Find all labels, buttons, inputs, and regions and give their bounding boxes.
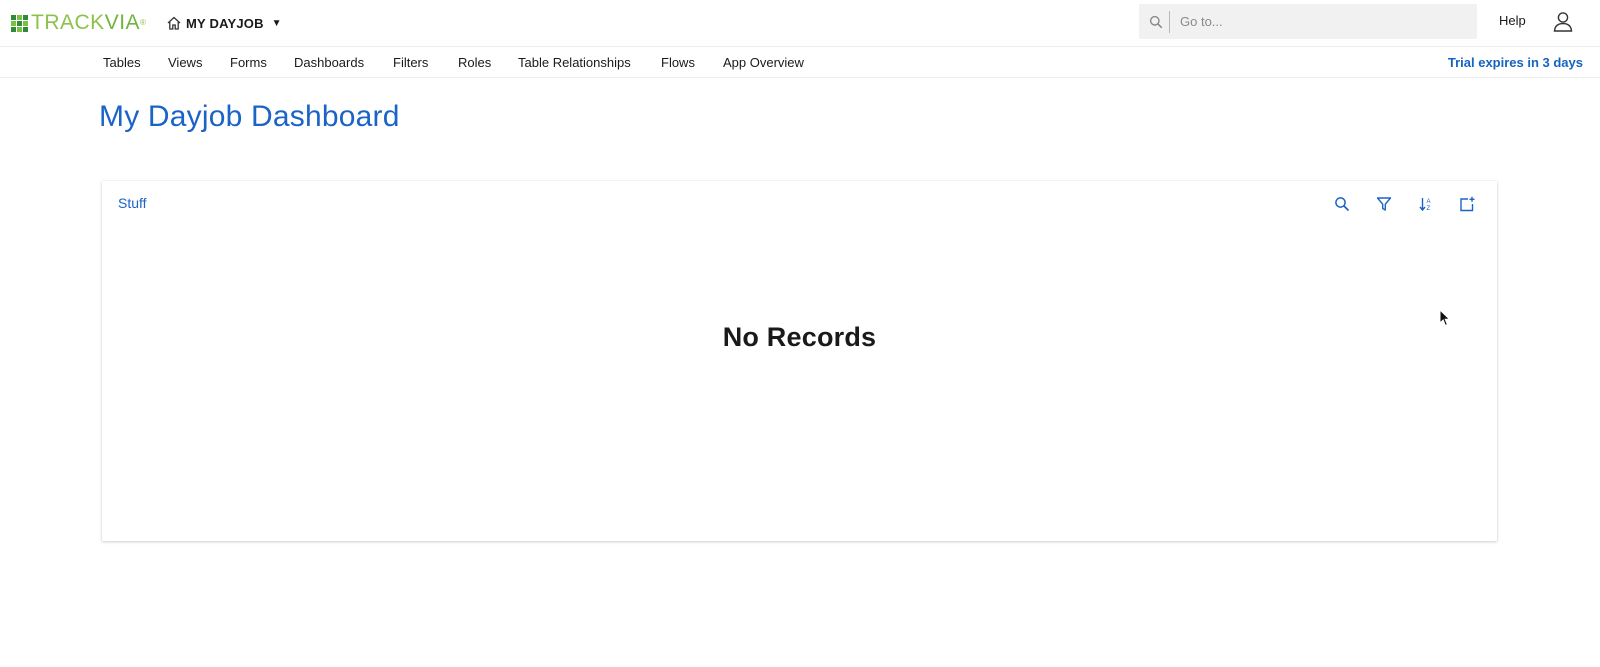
- nav-views[interactable]: Views: [168, 55, 202, 70]
- search-divider: [1169, 10, 1170, 33]
- top-bar: TRACKVIA® MY DAYJOB ▼ Help: [0, 0, 1600, 47]
- app-switcher[interactable]: MY DAYJOB ▼: [166, 12, 282, 34]
- nav-roles[interactable]: Roles: [458, 55, 491, 70]
- user-profile-icon[interactable]: [1553, 11, 1573, 32]
- nav-flows[interactable]: Flows: [661, 55, 695, 70]
- filter-icon[interactable]: [1376, 196, 1392, 212]
- svg-text:Z: Z: [1427, 206, 1431, 212]
- nav-filters[interactable]: Filters: [393, 55, 428, 70]
- help-link[interactable]: Help: [1499, 13, 1526, 28]
- nav-app-overview[interactable]: App Overview: [723, 55, 804, 70]
- sort-icon[interactable]: A Z: [1418, 196, 1434, 212]
- logo-grid-icon: [11, 14, 28, 32]
- search-icon[interactable]: [1334, 196, 1350, 212]
- mouse-cursor-icon: [1439, 309, 1451, 327]
- search-icon: [1149, 15, 1163, 28]
- trackvia-logo[interactable]: TRACKVIA®: [11, 12, 146, 34]
- svg-text:A: A: [1427, 199, 1431, 205]
- app-name: MY DAYJOB: [186, 15, 264, 31]
- home-icon: [167, 16, 181, 30]
- logo-wordmark: TRACKVIA®: [31, 11, 147, 34]
- trial-expiry-link[interactable]: Trial expires in 3 days: [1448, 55, 1583, 70]
- caret-down-icon: ▼: [271, 17, 282, 29]
- goto-search: [1139, 4, 1477, 39]
- nav-table-relationships[interactable]: Table Relationships: [518, 55, 631, 70]
- page-title: My Dayjob Dashboard: [99, 100, 400, 133]
- goto-input[interactable]: [1178, 13, 1462, 30]
- nav-tables[interactable]: Tables: [103, 55, 141, 70]
- panel-title[interactable]: Stuff: [118, 195, 147, 211]
- app-nav-bar: Tables Views Forms Dashboards Filters Ro…: [0, 47, 1600, 78]
- add-record-icon[interactable]: [1459, 196, 1475, 212]
- nav-dashboards[interactable]: Dashboards: [294, 55, 364, 70]
- dashboard-panel: Stuff A Z No Records: [102, 181, 1497, 541]
- nav-forms[interactable]: Forms: [230, 55, 267, 70]
- no-records-message: No Records: [722, 322, 877, 352]
